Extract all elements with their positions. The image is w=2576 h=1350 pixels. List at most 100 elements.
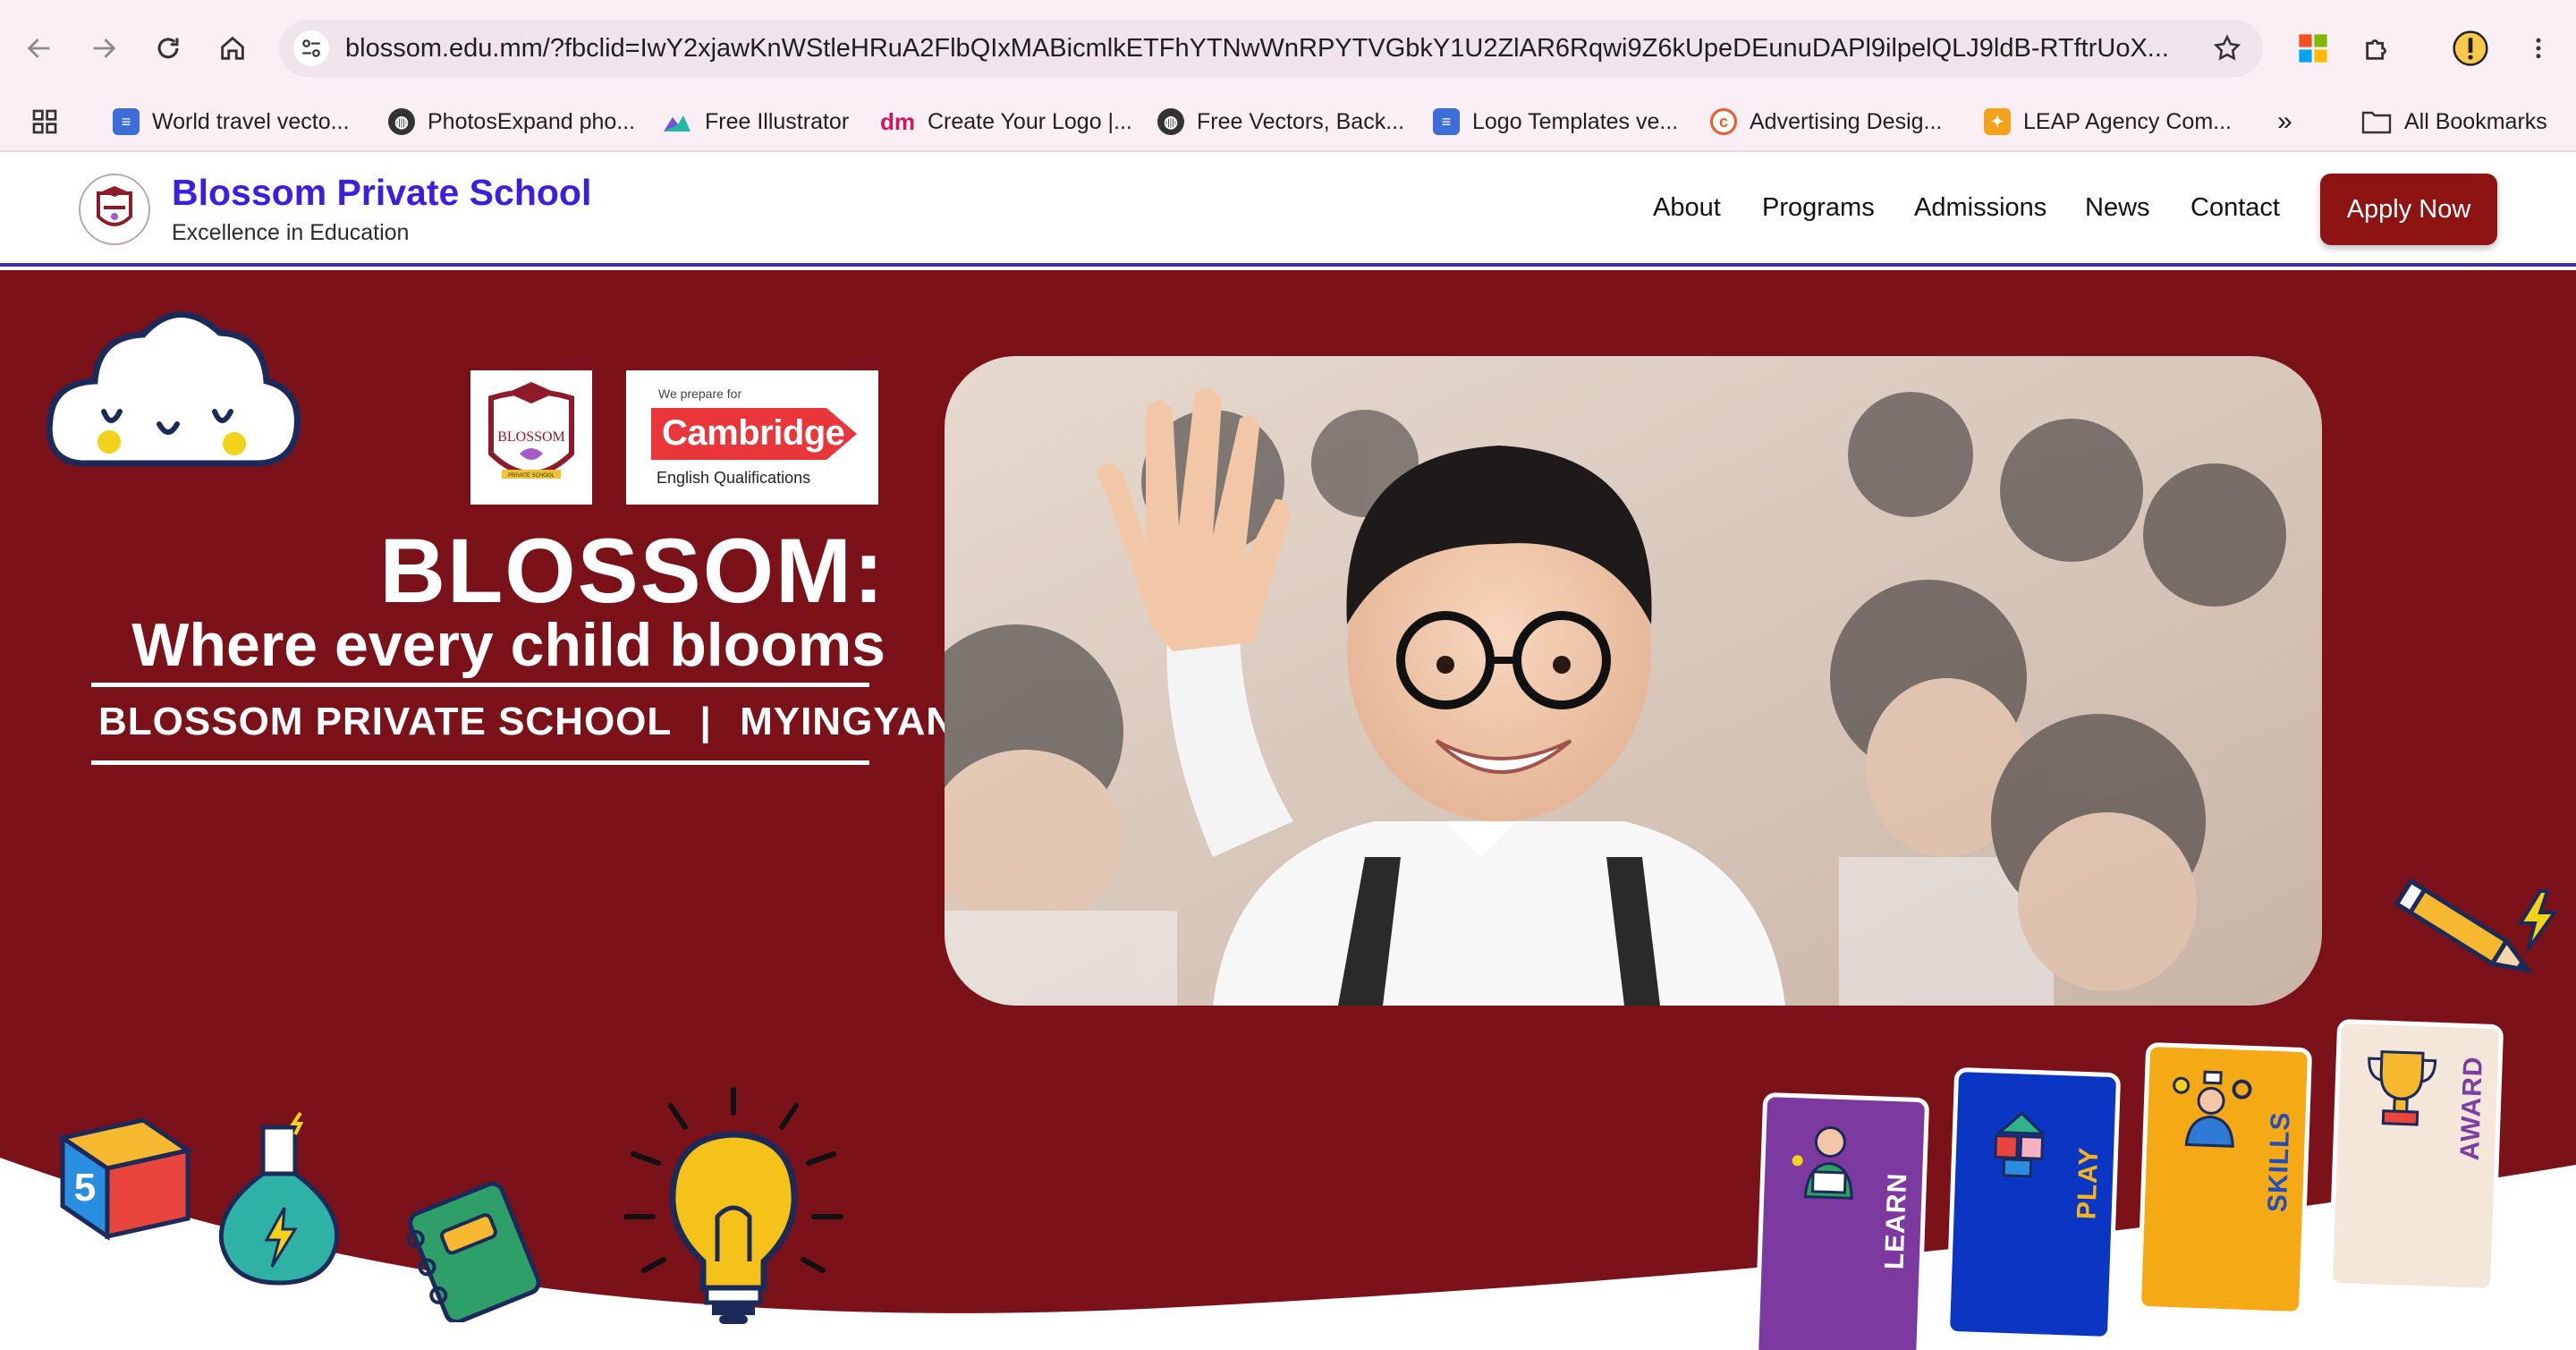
home-icon <box>221 36 244 60</box>
bookmark-label: PhotosExpand pho... <box>428 108 636 134</box>
brand-name[interactable]: Blossom Private School <box>172 172 591 214</box>
bookmark-label: World travel vecto... <box>152 108 350 134</box>
school-crest-badge: BLOSSOM PRIVATE SCHOOL <box>470 370 592 505</box>
school-crest-icon: BLOSSOM PRIVATE SCHOOL <box>488 382 574 479</box>
cambridge-prep-text: We prepare for <box>658 386 742 401</box>
skills-card[interactable]: SKILLS <box>2136 1041 2313 1317</box>
url-text[interactable]: blossom.edu.mm/?fbclid=IwY2xjawKnWStleHR… <box>345 34 2170 64</box>
microsoft-extension-button[interactable] <box>2292 27 2334 70</box>
bookmark-item[interactable]: ≡ Logo Templates ve... <box>1433 102 1678 141</box>
brand-tagline: Excellence in Education <box>172 220 410 245</box>
bookmark-label: LEAP Agency Com... <box>2023 108 2232 134</box>
trophy-icon <box>2368 1050 2437 1126</box>
hero-school-name: BLOSSOM PRIVATE SCHOOL <box>98 700 673 743</box>
card-label: PLAY <box>2072 1146 2105 1220</box>
bookmark-item[interactable]: ◍ PhotosExpand pho... <box>388 102 635 141</box>
bookmark-label: Advertising Desig... <box>1750 108 1943 134</box>
profile-icon <box>2453 30 2488 66</box>
bookmark-star-button[interactable] <box>2209 30 2245 66</box>
reload-button[interactable] <box>143 23 193 73</box>
nav-programs[interactable]: Programs <box>1762 193 1875 223</box>
award-card[interactable]: AWARD <box>2327 1018 2504 1294</box>
nav-admissions[interactable]: Admissions <box>1914 193 2046 223</box>
play-card[interactable]: PLAY <box>1945 1066 2122 1342</box>
all-bookmarks-label: All Bookmarks <box>2404 108 2547 134</box>
bookmark-item[interactable]: Free Illustrator <box>662 102 849 141</box>
extensions-button[interactable] <box>2356 27 2399 70</box>
tune-icon <box>302 39 320 57</box>
apply-now-button[interactable]: Apply Now <box>2320 174 2497 245</box>
globe-icon: ◍ <box>1157 108 1184 135</box>
puzzle-piece-icon <box>2366 39 2386 60</box>
more-bookmarks-button[interactable]: » <box>2277 102 2292 141</box>
crest-text: BLOSSOM <box>497 429 565 445</box>
school-crest-icon <box>97 186 132 226</box>
cube-number: 5 <box>74 1166 96 1210</box>
c-orange-icon: c <box>1710 108 1737 135</box>
profile-avatar-button[interactable] <box>2449 27 2492 70</box>
site-info-button[interactable] <box>293 30 329 66</box>
cambridge-badge: We prepare for Cambridge English Qualifi… <box>626 370 878 505</box>
apps-grid-icon <box>32 109 57 134</box>
hero-school-line: BLOSSOM PRIVATE SCHOOL | MYINGYAN <box>98 700 955 744</box>
apps-button[interactable] <box>30 102 59 141</box>
hero-separator: | <box>699 700 712 743</box>
lightbulb-icon <box>623 1087 843 1324</box>
browser-toolbar: blossom.edu.mm/?fbclid=IwY2xjawKnWStleHR… <box>0 0 2576 97</box>
home-button[interactable] <box>208 23 258 73</box>
nav-news[interactable]: News <box>2085 193 2150 223</box>
back-button[interactable] <box>14 23 64 73</box>
card-label: SKILLS <box>2262 1110 2296 1213</box>
hero-photo <box>945 356 2322 1006</box>
number-cube-icon: 5 <box>56 1117 194 1241</box>
all-bookmarks-button[interactable]: All Bookmarks <box>2361 102 2547 141</box>
bookmark-item[interactable]: dm Create Your Logo |... <box>880 102 1132 141</box>
cambridge-sub-text: English Qualifications <box>657 469 811 487</box>
divider-line <box>91 760 869 765</box>
card-label: LEARN <box>1879 1172 1913 1270</box>
bookmarks-bar: ≡ World travel vecto... ◍ PhotosExpand p… <box>0 97 2576 150</box>
building-blocks-icon <box>1994 1111 2046 1178</box>
skills-person-icon <box>2173 1070 2252 1148</box>
puzzle-icon: ✦ <box>1984 108 2011 135</box>
bookmark-item[interactable]: ✦ LEAP Agency Com... <box>1984 102 2232 141</box>
student-reading-icon <box>1792 1126 1853 1200</box>
arrow-right-icon <box>93 38 116 58</box>
potion-flask-icon <box>218 1111 340 1286</box>
reload-icon <box>157 38 179 59</box>
browser-chrome: blossom.edu.mm/?fbclid=IwY2xjawKnWStleHR… <box>0 0 2576 152</box>
hero-subtitle: Where every child blooms <box>131 611 886 679</box>
microsoft-logo-icon <box>2299 34 2327 63</box>
lightning-icon <box>2517 889 2558 952</box>
globe-icon: ◍ <box>388 108 415 135</box>
hero-city: MYINGYAN <box>740 700 956 743</box>
mountain-icon <box>664 115 691 132</box>
doc-blue-icon: ≡ <box>113 108 140 135</box>
dm-logo-icon: dm <box>880 107 915 135</box>
bookmark-label: Logo Templates ve... <box>1472 108 1679 134</box>
doc-blue-icon: ≡ <box>1433 108 1460 135</box>
notebook-icon <box>406 1181 541 1322</box>
bookmark-item[interactable]: ◍ Free Vectors, Back... <box>1157 102 1404 141</box>
menu-button[interactable] <box>2517 27 2560 70</box>
folder-icon <box>2361 111 2392 134</box>
bookmark-label: Create Your Logo |... <box>928 108 1132 134</box>
smiling-cloud-icon <box>46 311 301 467</box>
hero-title: BLOSSOM: <box>379 520 886 622</box>
bookmark-label: Free Vectors, Back... <box>1197 108 1405 134</box>
hero-section: BLOSSOM PRIVATE SCHOOL We prepare for Ca… <box>0 270 2576 1350</box>
star-icon <box>2213 34 2241 61</box>
nav-about[interactable]: About <box>1653 193 1721 223</box>
school-logo[interactable] <box>79 174 150 245</box>
nav-contact[interactable]: Contact <box>2190 193 2280 223</box>
bookmark-label: Free Illustrator <box>705 108 850 134</box>
site-header: Blossom Private School Excellence in Edu… <box>0 152 2576 267</box>
card-label: AWARD <box>2454 1055 2488 1161</box>
bookmark-item[interactable]: ≡ World travel vecto... <box>113 102 349 141</box>
cambridge-word: Cambridge <box>662 413 845 453</box>
arrow-left-icon <box>27 38 50 58</box>
forward-button[interactable] <box>79 23 129 73</box>
bookmark-item[interactable]: c Advertising Desig... <box>1710 102 1942 141</box>
address-bar[interactable]: blossom.edu.mm/?fbclid=IwY2xjawKnWStleHR… <box>279 20 2263 77</box>
learn-card[interactable]: LEARN <box>1753 1091 1930 1350</box>
